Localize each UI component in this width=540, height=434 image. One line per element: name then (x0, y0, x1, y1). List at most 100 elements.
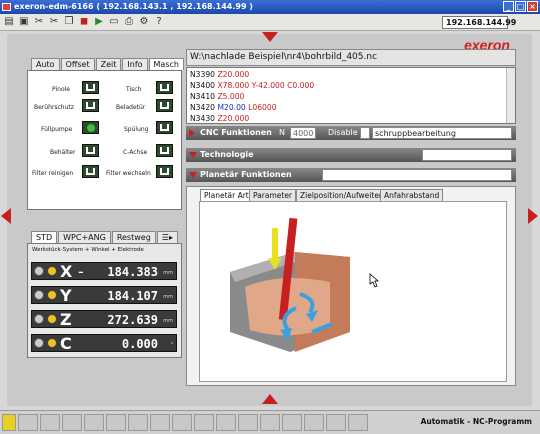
tab-more-icon[interactable]: ☰▸ (156, 231, 178, 243)
tab-masch[interactable]: Masch (148, 58, 184, 70)
axis-unit: mm (163, 270, 173, 276)
settings-icon[interactable]: ⚙ (138, 16, 150, 28)
close-button[interactable]: × (527, 1, 538, 12)
axis-unit: mm (163, 294, 173, 300)
status-cell (18, 414, 38, 431)
cnc-functions-label: CNC Funktionen (200, 128, 272, 137)
axis-label: Z (60, 310, 72, 329)
status-cell (304, 414, 324, 431)
position-caption: Werkstück-System + Winkel + Elektrode (32, 247, 144, 253)
cnc-functions-header[interactable]: CNC Funktionen N 4000 Disable schruppbea… (186, 126, 516, 140)
axis-unit: ° (170, 342, 174, 348)
tools-icon[interactable]: ✂ (33, 16, 45, 28)
technologie-label: Technologie (200, 150, 254, 159)
arrow-up-icon[interactable] (262, 32, 278, 42)
planetary-field[interactable] (322, 169, 512, 181)
minimize-button[interactable]: _ (503, 1, 514, 12)
tab-offset[interactable]: Offset (60, 58, 95, 70)
label-pinole: Pinole (52, 86, 70, 93)
label-filter-wechseln: Filter wechseln (106, 170, 151, 177)
disable-checkbox[interactable] (360, 127, 370, 139)
copy-icon[interactable]: ❐ (63, 16, 75, 28)
disable-field[interactable]: schruppbearbeitung (372, 127, 512, 139)
axis-row-c: C 0.000 ° (31, 334, 177, 353)
planetary-preview (199, 201, 507, 382)
scissors-icon[interactable]: ✂ (48, 16, 60, 28)
planetary-functions-header[interactable]: Planetär Funktionen (186, 168, 516, 182)
tab-std[interactable]: STD (31, 231, 58, 243)
pinole-icon[interactable] (82, 81, 99, 94)
status-cell (348, 414, 368, 431)
tank-icon[interactable] (82, 144, 99, 157)
arrow-left-icon[interactable] (1, 208, 11, 224)
status-cell (194, 414, 214, 431)
axis-ref-icon (47, 290, 57, 300)
tab-restweg[interactable]: Restweg (111, 231, 156, 243)
tab-zielposition[interactable]: Zielposition/Aufweiten (296, 189, 388, 201)
status-bar: Automatik - NC-Programm (0, 410, 540, 434)
axis-row-z: Z 272.639 mm (31, 310, 177, 329)
axis-status-icon (34, 290, 44, 300)
app-icon (2, 3, 11, 11)
stop-icon[interactable]: ◼ (78, 16, 90, 28)
door-icon[interactable] (156, 99, 173, 112)
axis-ref-icon (47, 314, 57, 324)
tab-auto[interactable]: Auto (31, 58, 60, 70)
disable-label: Disable (328, 128, 358, 137)
maximize-button[interactable]: □ (515, 1, 526, 12)
code-line: N3430 Z20.000 (190, 114, 250, 123)
c-axis-icon[interactable] (156, 144, 173, 157)
arrow-down-icon[interactable] (262, 394, 278, 404)
status-cell (282, 414, 302, 431)
monitor-icon[interactable]: ▭ (108, 16, 120, 28)
label-beruehrschutz: Berührschutz (34, 104, 74, 111)
fill-pump-icon[interactable] (82, 121, 99, 134)
label-tisch: Tisch (126, 86, 142, 93)
planetary-illustration (230, 217, 380, 352)
play-icon[interactable]: ▶ (93, 16, 105, 28)
printer-icon[interactable]: ⎙ (123, 16, 135, 28)
axis-label: X (60, 262, 73, 281)
position-tabs: STD WPC+ANG Restweg ☰▸ (31, 231, 178, 243)
tab-anfahrabstand[interactable]: Anfahrabstand (380, 189, 444, 201)
collapse-arrow-icon (189, 172, 197, 178)
tab-parameter[interactable]: Parameter (249, 189, 297, 201)
tab-wpc-ang[interactable]: WPC+ANG (58, 231, 111, 243)
label-c-achse: C-Achse (123, 149, 148, 156)
touch-guard-icon[interactable] (82, 99, 99, 112)
nc-code-view[interactable]: N3390 Z20.000 N3400 X78.000 Y-42.000 C0.… (186, 67, 516, 124)
tab-info[interactable]: Info (122, 58, 148, 70)
filter-clean-icon[interactable] (82, 165, 99, 178)
code-line: N3410 Z5.000 (190, 92, 245, 101)
window-title: exeron-edm-6166 ( 192.168.143.1 , 192.16… (14, 2, 253, 11)
label-fuellpumpe: Füllpumpe (41, 126, 73, 133)
flush-icon[interactable] (156, 121, 173, 134)
axis-ref-icon (47, 266, 57, 276)
label-filter-reinigen: Filter reinigen (32, 170, 74, 177)
tab-planetaer-art[interactable]: Planetär Art (200, 189, 253, 201)
n-input[interactable]: 4000 (290, 127, 316, 139)
exit-icon[interactable] (2, 414, 16, 431)
tab-zeit[interactable]: Zeit (95, 58, 122, 70)
doc-icon[interactable]: ▤ (3, 16, 15, 28)
status-cell (238, 414, 258, 431)
code-scrollbar[interactable] (506, 68, 515, 123)
technologie-header[interactable]: Technologie (186, 148, 516, 162)
status-cell (260, 414, 280, 431)
filter-change-icon[interactable] (156, 165, 173, 178)
label-spuelung: Spülung (124, 126, 149, 133)
arrow-right-icon[interactable] (528, 208, 538, 224)
folder-icon[interactable]: ▣ (18, 16, 30, 28)
table-icon[interactable] (156, 81, 173, 94)
axis-unit: mm (163, 318, 173, 324)
axis-ref-icon (47, 338, 57, 348)
help-icon[interactable]: ? (153, 16, 165, 28)
code-line: N3420 M20.00 L06000 (190, 103, 277, 112)
axis-value: 0.000 (121, 337, 158, 351)
axis-row-x: X- 184.383 mm (31, 262, 177, 281)
axis-label: C (60, 334, 72, 353)
machine-tabs: Auto Offset Zeit Info Masch (31, 58, 184, 70)
status-mode: Automatik - NC-Programm (420, 417, 532, 426)
ip-address-field[interactable]: 192.168.144.99 (442, 16, 516, 29)
technologie-field[interactable] (422, 149, 512, 161)
